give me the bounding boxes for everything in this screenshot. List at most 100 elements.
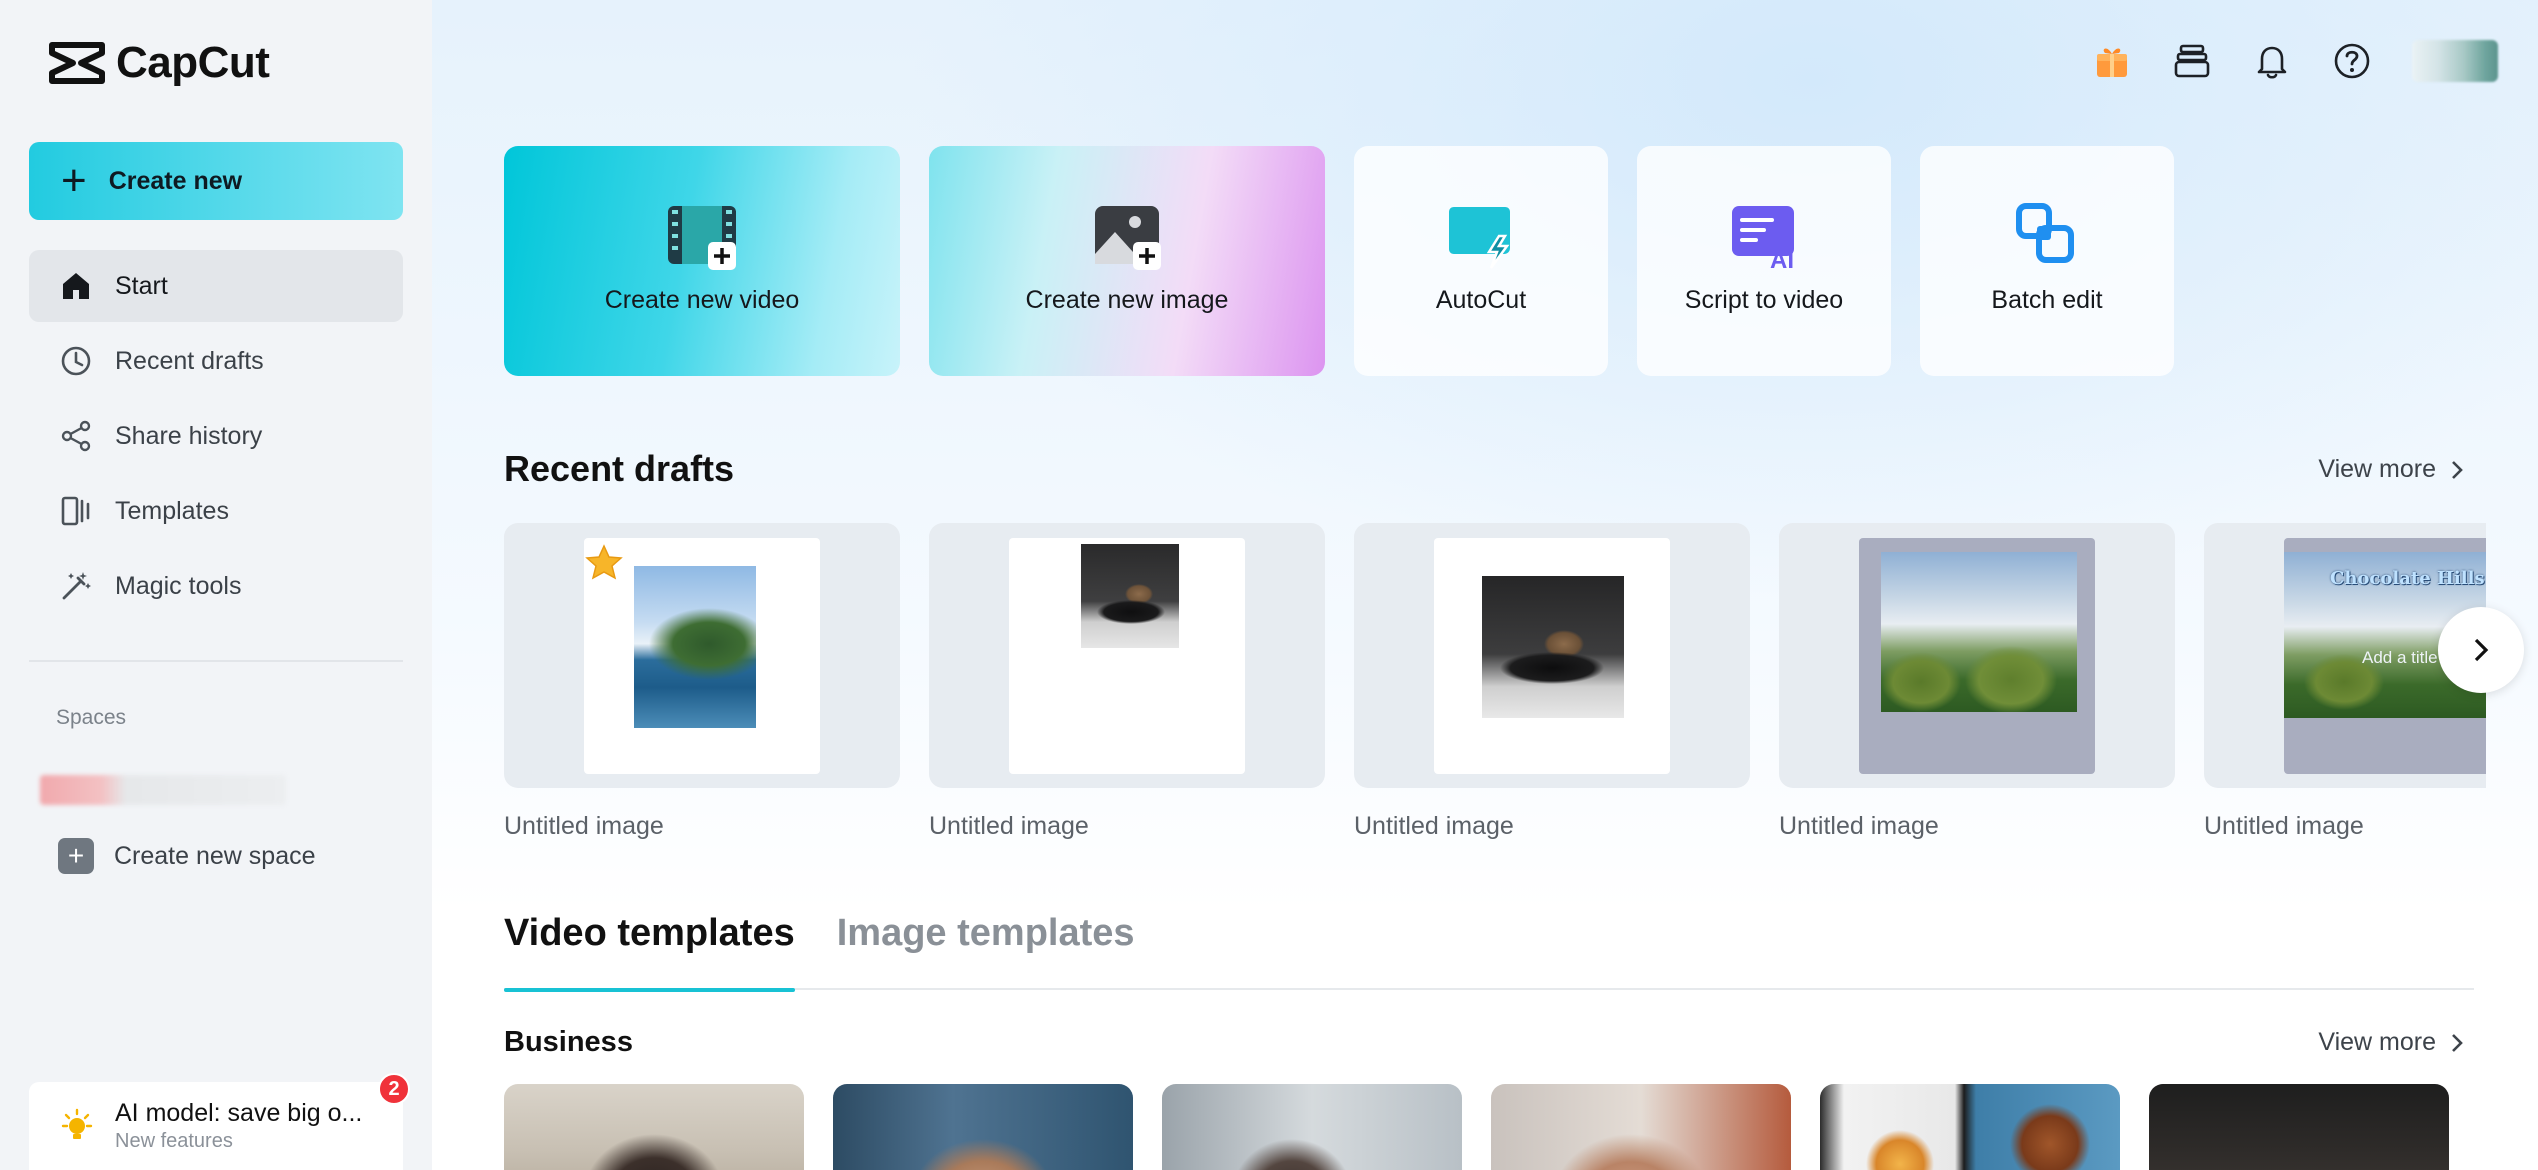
template-item[interactable] — [1162, 1084, 1462, 1170]
hills-image — [1881, 551, 2077, 712]
promo-subtitle: New features — [115, 1130, 233, 1152]
script-to-video-card[interactable]: AI Script to video — [1637, 146, 1891, 376]
autocut-icon — [1449, 207, 1510, 269]
help-icon[interactable] — [2332, 41, 2372, 81]
capcut-logo[interactable]: CapCut — [48, 38, 270, 88]
spaces-heading: Spaces — [56, 706, 127, 729]
create-new-space-button[interactable]: + Create new space — [58, 838, 316, 874]
brand-name: CapCut — [116, 38, 270, 87]
sidebar-item-label: Share history — [115, 421, 263, 450]
draft-item[interactable]: Untitled image — [1779, 523, 2175, 843]
draft-canvas — [1009, 537, 1245, 774]
draft-name: Untitled image — [1354, 812, 1514, 840]
lightbulb-icon — [61, 1108, 93, 1139]
draft-item[interactable]: Untitled image — [504, 523, 900, 843]
bell-icon[interactable] — [2252, 41, 2292, 81]
view-more-label: View more — [2318, 1028, 2436, 1056]
share-icon — [61, 420, 91, 452]
draft-name: Untitled image — [504, 812, 664, 840]
chevron-right-icon — [2452, 460, 2463, 479]
promo-title: AI model: save big o... — [115, 1099, 363, 1127]
card-label: Script to video — [1684, 286, 1844, 314]
draft-canvas — [1859, 537, 2095, 774]
draft-name: Untitled image — [929, 812, 1089, 840]
draft-canvas — [1434, 537, 1670, 774]
template-item[interactable] — [1491, 1084, 1791, 1170]
image-overlay-subtitle: Add a title — [2362, 647, 2438, 667]
image-plus-icon — [1095, 206, 1161, 270]
promo-card[interactable]: AI model: save big o... New features — [29, 1082, 403, 1170]
card-label: Create new image — [1025, 286, 1229, 314]
chevron-right-icon — [2452, 1033, 2463, 1052]
templates-icon — [61, 496, 90, 526]
draft-thumbnail — [504, 523, 900, 788]
batch-edit-card[interactable]: Batch edit — [1920, 146, 2174, 376]
sidebar-item-label: Recent drafts — [115, 346, 264, 375]
create-new-button[interactable]: + Create new — [29, 142, 403, 220]
clock-icon — [61, 346, 91, 376]
draft-item[interactable]: Untitled image — [1354, 523, 1750, 843]
user-avatar[interactable] — [2412, 40, 2498, 82]
cat-image — [1081, 543, 1179, 648]
magic-wand-icon — [62, 572, 91, 600]
sidebar-item-start[interactable]: Start — [29, 250, 403, 322]
sidebar-item-templates[interactable]: Templates — [29, 475, 403, 547]
sidebar-item-magic-tools[interactable]: Magic tools — [29, 550, 403, 622]
autocut-card[interactable]: AutoCut — [1354, 146, 1608, 376]
quick-actions: Create new video Create new image AutoCu… — [504, 146, 2174, 376]
sidebar-item-share-history[interactable]: Share history — [29, 400, 403, 472]
main-content: Create new video Create new image AutoCu… — [432, 0, 2538, 1170]
draft-thumbnail — [1354, 523, 1750, 788]
space-item-redacted[interactable] — [40, 775, 286, 805]
draft-item[interactable]: Chocolate Hills Add a title Untitled ima… — [2204, 523, 2486, 843]
sidebar-divider — [29, 660, 403, 662]
card-label: AutoCut — [1435, 286, 1527, 314]
image-overlay-title: Chocolate Hills — [2330, 567, 2485, 589]
draft-item[interactable]: Untitled image — [929, 523, 1325, 843]
create-new-image-card[interactable]: Create new image — [929, 146, 1325, 376]
star-icon — [585, 544, 623, 580]
header-actions — [2092, 40, 2498, 82]
drafts-next-button[interactable] — [2438, 607, 2524, 693]
template-item[interactable] — [1820, 1084, 2120, 1170]
create-new-video-card[interactable]: Create new video — [504, 146, 900, 376]
view-more-label: View more — [2318, 455, 2436, 483]
seascape-image — [634, 565, 756, 728]
template-tabs: Video templates Image templates — [504, 912, 2474, 992]
script-ai-icon: AI — [1732, 206, 1794, 272]
sidebar-item-recent-drafts[interactable]: Recent drafts — [29, 325, 403, 397]
tab-image-templates[interactable]: Image templates — [837, 912, 1135, 990]
sidebar-item-label: Start — [115, 271, 168, 300]
film-plus-icon — [668, 206, 736, 270]
template-item[interactable] — [504, 1084, 804, 1170]
sidebar: CapCut + Create new Start Recent drafts … — [0, 0, 432, 1170]
draft-thumbnail — [929, 523, 1325, 788]
draft-thumbnail — [1779, 523, 2175, 788]
chevron-right-icon — [2474, 638, 2489, 662]
tab-video-templates[interactable]: Video templates — [504, 912, 795, 992]
batch-edit-icon — [2016, 203, 2074, 263]
draft-name: Untitled image — [2204, 812, 2364, 840]
template-item[interactable] — [2149, 1084, 2449, 1170]
home-icon — [63, 273, 89, 299]
card-label: Batch edit — [1991, 286, 2103, 314]
business-heading: Business — [504, 1026, 633, 1058]
card-label: Create new video — [604, 286, 800, 314]
notification-badge: 2 — [378, 1073, 410, 1105]
svg-text:AI: AI — [1770, 247, 1794, 272]
stack-icon[interactable] — [2172, 41, 2212, 81]
draft-name: Untitled image — [1779, 812, 1939, 840]
cat-image — [1482, 575, 1624, 718]
template-item[interactable] — [833, 1084, 1133, 1170]
recent-drafts-view-more[interactable]: View more — [2318, 455, 2468, 484]
sidebar-nav: Start Recent drafts Share history Templa… — [29, 250, 403, 625]
gift-icon[interactable] — [2092, 41, 2132, 81]
sidebar-item-label: Templates — [115, 496, 229, 525]
plus-square-icon: + — [58, 838, 94, 874]
create-new-space-label: Create new space — [114, 841, 316, 870]
recent-drafts-heading: Recent drafts — [504, 448, 735, 489]
create-new-label: Create new — [108, 166, 243, 195]
capcut-logo-icon — [49, 42, 105, 84]
recent-drafts-list: Untitled image Untitled image Untitled i… — [504, 523, 2486, 843]
business-view-more[interactable]: View more — [2318, 1028, 2468, 1057]
